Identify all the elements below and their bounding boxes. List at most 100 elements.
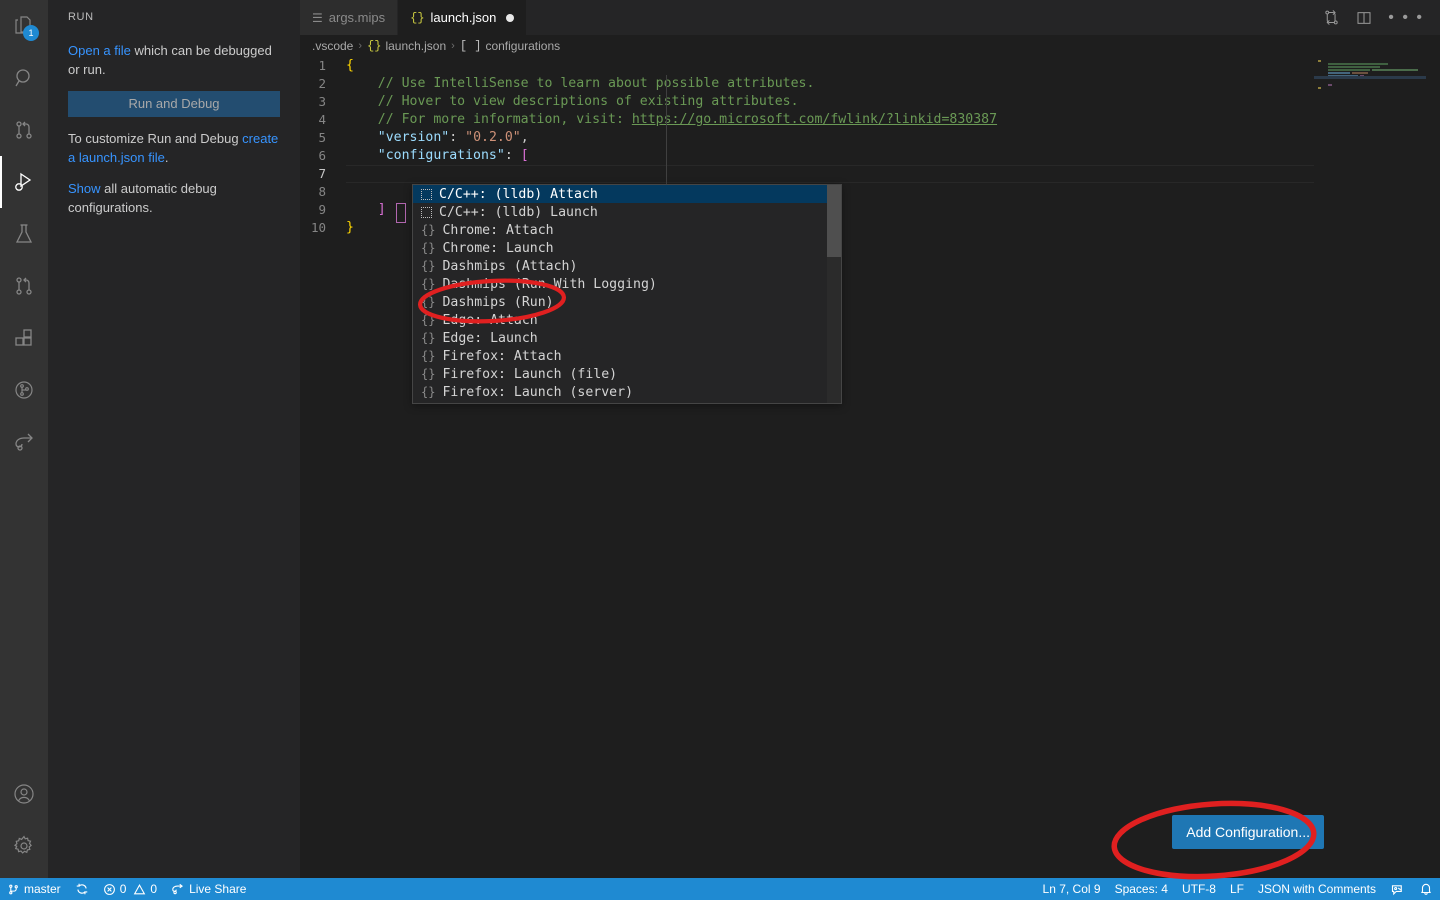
suggestion-item[interactable]: {} Firefox: Attach xyxy=(413,347,841,365)
status-encoding[interactable]: UTF-8 xyxy=(1175,878,1223,900)
status-indentation[interactable]: Spaces: 4 xyxy=(1108,878,1175,900)
code-token[interactable]: https://go.microsoft.com/fwlink/?linkid=… xyxy=(632,112,997,127)
tab-label: launch.json xyxy=(430,10,497,25)
status-notifications[interactable] xyxy=(1412,878,1440,900)
source-control-icon xyxy=(12,118,36,142)
code-line: 4 // For more information, visit: https:… xyxy=(300,111,1440,129)
search-icon xyxy=(12,66,36,90)
suggestion-label: Dashmips (Attach) xyxy=(442,258,578,274)
code-line: 7 xyxy=(300,165,1440,183)
breadcrumb-label: launch.json xyxy=(385,39,447,53)
tab-args-mips[interactable]: ☰ args.mips xyxy=(300,0,399,35)
status-branch[interactable]: master xyxy=(0,878,68,900)
status-problems[interactable]: 0 0 xyxy=(96,878,164,900)
sidebar-item-pull-requests[interactable] xyxy=(0,260,48,312)
line-number: 3 xyxy=(318,94,326,109)
json-file-icon: {} xyxy=(410,10,425,25)
status-eol[interactable]: LF xyxy=(1223,878,1251,900)
module-braces-icon: {} xyxy=(421,331,436,345)
tab-launch-json[interactable]: {} launch.json xyxy=(398,0,528,35)
sidebar-run-view: RUN Open a file which can be debugged or… xyxy=(48,0,300,878)
breadcrumb-label: configurations xyxy=(485,39,561,53)
code-token: : xyxy=(504,148,521,163)
code-token: // For more information, visit: xyxy=(346,112,632,127)
suggestion-item[interactable]: {} Firefox: Launch (server) xyxy=(413,383,841,401)
sidebar-item-run-and-debug[interactable] xyxy=(0,156,48,208)
suggestion-item[interactable]: {} Firefox: Launch (file) xyxy=(413,365,841,383)
show-link[interactable]: Show xyxy=(68,181,101,196)
suggestion-scrollbar-thumb[interactable] xyxy=(827,185,841,257)
status-bar-right: Ln 7, Col 9 Spaces: 4 UTF-8 LF JSON with… xyxy=(1036,878,1440,900)
split-editor-reverse-icon[interactable] xyxy=(1323,9,1340,26)
breadcrumb: .vscode › {} launch.json › [ ] configura… xyxy=(300,35,1440,57)
sidebar-item-explorer[interactable]: 1 xyxy=(0,0,48,52)
breadcrumb-item-file[interactable]: {} launch.json xyxy=(367,39,446,53)
sidebar-item-live-share[interactable] xyxy=(0,416,48,468)
suggestion-scrollbar[interactable] xyxy=(827,185,841,403)
extensions-icon xyxy=(12,326,36,350)
module-braces-icon: {} xyxy=(421,367,436,381)
code-token: // Use IntelliSense to learn about possi… xyxy=(346,76,815,91)
line-number: 10 xyxy=(310,220,326,235)
accounts-button[interactable] xyxy=(0,768,48,820)
beaker-icon xyxy=(12,222,36,246)
status-editor-position[interactable]: Ln 7, Col 9 xyxy=(1036,878,1108,900)
breadcrumb-item-symbol[interactable]: [ ] configurations xyxy=(460,39,560,53)
suggestion-item[interactable]: C/C++: (lldb) Attach xyxy=(413,185,841,203)
customize-suffix: . xyxy=(164,150,169,165)
status-feedback[interactable] xyxy=(1383,878,1412,900)
suggestion-label: C/C++: (lldb) Attach xyxy=(439,186,598,202)
run-and-debug-button[interactable]: Run and Debug xyxy=(68,91,280,117)
sidebar-item-source-control[interactable] xyxy=(0,104,48,156)
suggestion-item[interactable]: {} Dashmips (Run With Logging) xyxy=(413,275,841,293)
module-braces-icon: {} xyxy=(421,259,436,273)
live-share-icon xyxy=(12,430,36,454)
line-number: 5 xyxy=(318,130,326,145)
module-braces-icon: {} xyxy=(421,313,436,327)
suggestion-list[interactable]: C/C++: (lldb) Attach C/C++: (lldb) Launch… xyxy=(412,184,842,404)
minimap[interactable] xyxy=(1314,57,1426,878)
mips-file-icon: ☰ xyxy=(312,10,323,25)
module-braces-icon: {} xyxy=(421,223,436,237)
breadcrumb-separator-icon: › xyxy=(451,40,455,52)
breadcrumb-item-folder[interactable]: .vscode xyxy=(312,39,353,53)
status-live-share[interactable]: Live Share xyxy=(164,878,253,900)
code-line-text xyxy=(346,165,1440,183)
more-actions-icon[interactable]: • • • xyxy=(1388,9,1424,25)
show-automatic-configs-message: Show all automatic debug configurations. xyxy=(68,179,280,217)
sync-icon xyxy=(75,882,89,896)
activity-bar: 1 xyxy=(0,0,48,878)
add-configuration-button[interactable]: Add Configuration... xyxy=(1172,815,1324,849)
code-editor[interactable]: 1{2 // Use IntelliSense to learn about p… xyxy=(300,57,1440,878)
suggestion-item[interactable]: {} Dashmips (Attach) xyxy=(413,257,841,275)
code-line-text: "version": "0.2.0", xyxy=(346,129,1440,147)
suggestion-item[interactable]: {} Edge: Launch xyxy=(413,329,841,347)
sidebar-item-timeline[interactable] xyxy=(0,364,48,416)
editor-vertical-scrollbar[interactable] xyxy=(1426,57,1440,878)
sidebar-item-testing[interactable] xyxy=(0,208,48,260)
status-bar-left: master 0 0 Live Share xyxy=(0,878,253,900)
suggestion-label: Firefox: Attach xyxy=(442,348,562,364)
code-token: [ xyxy=(520,148,529,163)
sidebar-item-search[interactable] xyxy=(0,52,48,104)
code-token: "0.2.0" xyxy=(465,130,521,145)
open-a-file-link[interactable]: Open a file xyxy=(68,43,131,58)
code-line-text: { xyxy=(346,57,1440,75)
code-token: "configurations" xyxy=(377,148,505,163)
bracket-match-open xyxy=(396,203,406,223)
suggestion-item[interactable]: {} Edge: Attach xyxy=(413,311,841,329)
manage-settings-button[interactable] xyxy=(0,820,48,872)
status-language-mode[interactable]: JSON with Comments xyxy=(1251,878,1383,900)
status-sync[interactable] xyxy=(68,878,96,900)
code-token: } xyxy=(346,220,354,235)
suggestion-item[interactable]: {} Chrome: Attach xyxy=(413,221,841,239)
sidebar-item-extensions[interactable] xyxy=(0,312,48,364)
suggestion-item[interactable]: C/C++: (lldb) Launch xyxy=(413,203,841,221)
split-editor-icon[interactable] xyxy=(1356,10,1372,26)
line-number: 4 xyxy=(318,112,326,127)
notifications-bell-icon xyxy=(1419,882,1433,896)
suggestion-item[interactable]: {} Dashmips (Run) xyxy=(413,293,841,311)
suggestion-item[interactable]: {} Chrome: Launch xyxy=(413,239,841,257)
code-line: 2 // Use IntelliSense to learn about pos… xyxy=(300,75,1440,93)
